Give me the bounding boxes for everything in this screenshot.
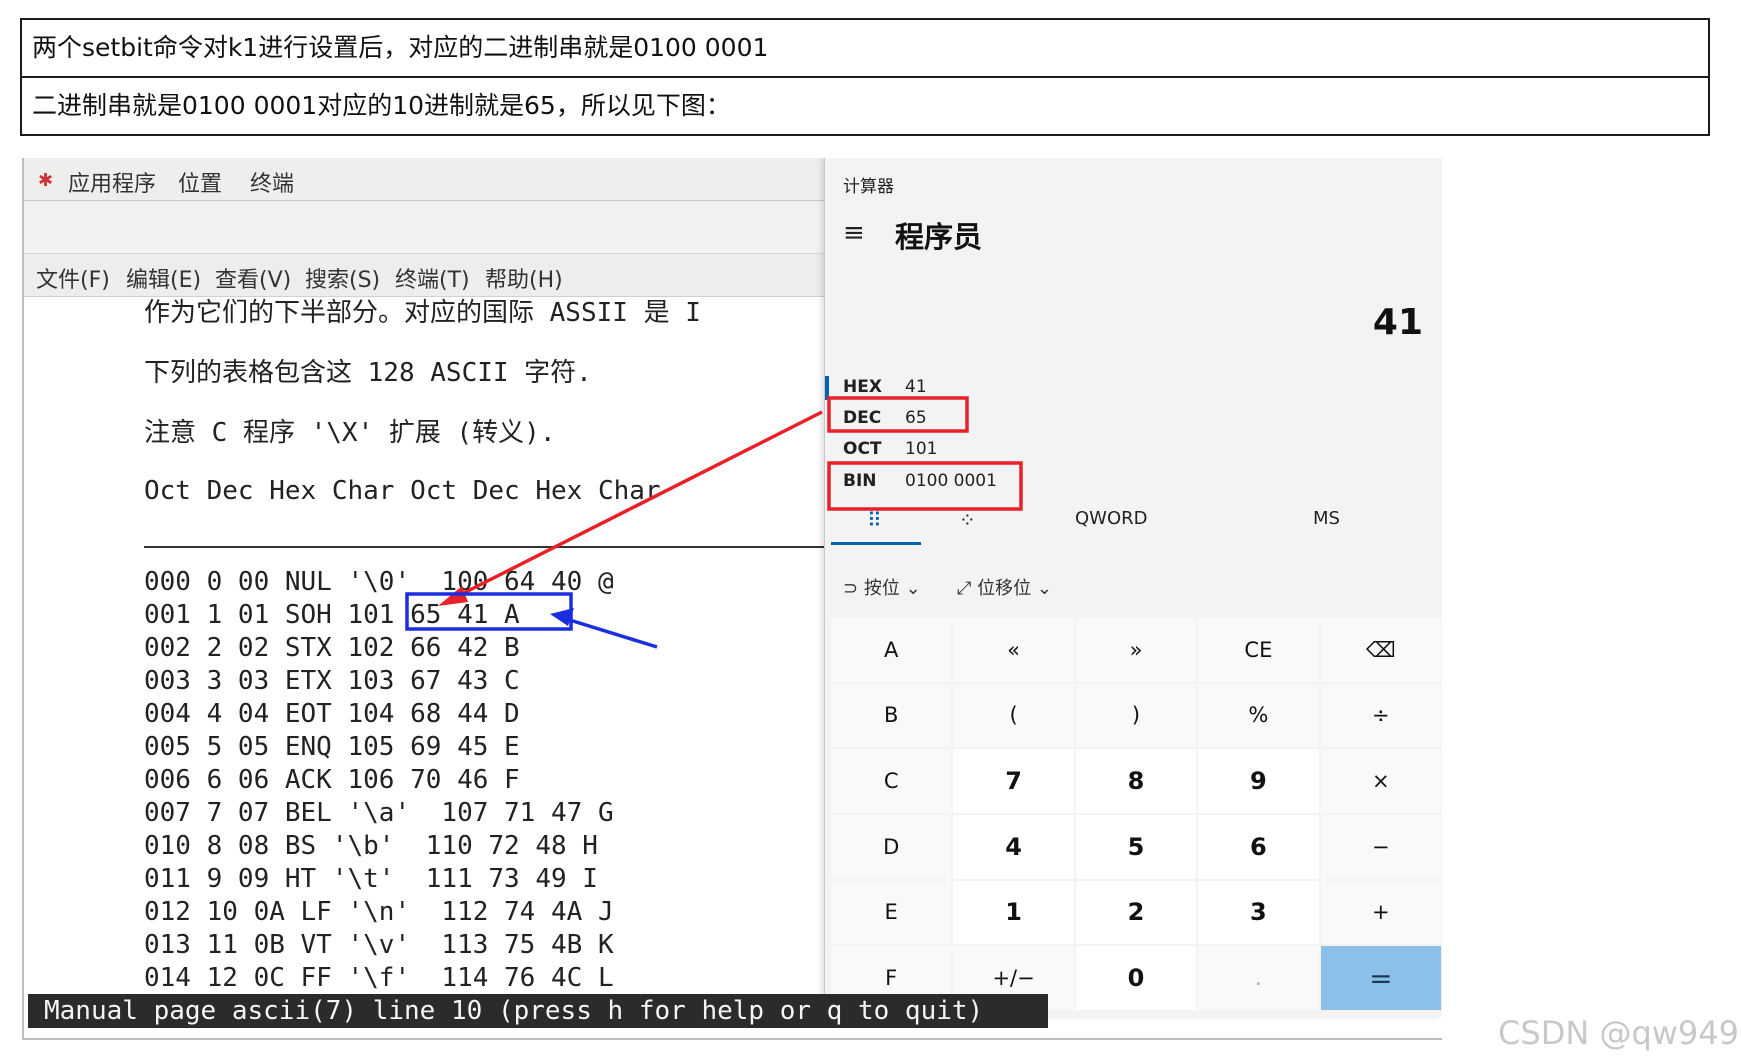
calculator-keypad: A « » CE ⌫ B ( ) % ÷ C 7 8 9 × D 4 5 6 −… bbox=[831, 618, 1441, 1010]
radix-label: OCT bbox=[843, 439, 882, 459]
ascii-row: 014 12 0C FF '\f' 114 76 4C L bbox=[144, 963, 614, 993]
radix-value: 41 bbox=[905, 377, 927, 397]
radix-label: DEC bbox=[843, 408, 882, 428]
active-tab-underline bbox=[831, 542, 921, 545]
key-clear-entry[interactable]: CE bbox=[1198, 618, 1319, 682]
key-multiply[interactable]: × bbox=[1320, 749, 1441, 813]
word-size-button[interactable]: QWORD bbox=[1075, 508, 1148, 529]
csdn-watermark: CSDN @qw949 bbox=[1498, 1014, 1739, 1052]
full-keypad-icon[interactable]: ⠿ bbox=[867, 508, 882, 532]
key-shift-left[interactable]: « bbox=[953, 618, 1074, 682]
calculator-mode: 程序员 bbox=[895, 220, 983, 254]
key-subtract[interactable]: − bbox=[1320, 815, 1441, 879]
gnome-top-bar: ✱ 应用程序 位置 终端 bbox=[24, 158, 824, 201]
key-open-paren[interactable]: ( bbox=[953, 683, 1074, 748]
active-radix-indicator bbox=[825, 376, 829, 400]
menu-terminal[interactable]: 终端(T) bbox=[395, 262, 470, 294]
gnome-foot-icon: ✱ bbox=[38, 170, 54, 191]
bitshift-dropdown[interactable]: ⤢ 位移位 ⌄ bbox=[957, 574, 1052, 600]
key-4[interactable]: 4 bbox=[953, 815, 1074, 879]
key-7[interactable]: 7 bbox=[953, 749, 1074, 813]
key-b[interactable]: B bbox=[831, 683, 952, 748]
screenshot: ✱ 应用程序 位置 终端 文件(F) 编辑(E) 查看(V) 搜索(S) 终端(… bbox=[22, 158, 1442, 1040]
menu-search[interactable]: 搜索(S) bbox=[305, 262, 380, 294]
key-d[interactable]: D bbox=[831, 815, 952, 879]
ascii-row: 000 0 00 NUL '\0' 100 64 40 @ bbox=[144, 567, 614, 597]
ascii-row: 003 3 03 ETX 103 67 43 C bbox=[144, 666, 520, 696]
man-status-bar: Manual page ascii(7) line 10 (press h fo… bbox=[28, 994, 1048, 1028]
ascii-row: 013 11 0B VT '\v' 113 75 4B K bbox=[144, 930, 614, 960]
key-6[interactable]: 6 bbox=[1198, 815, 1319, 879]
ascii-row: 007 7 07 BEL '\a' 107 71 47 G bbox=[144, 798, 614, 828]
bitwise-label: 按位 bbox=[863, 578, 900, 599]
menu-edit[interactable]: 编辑(E) bbox=[126, 262, 201, 294]
key-2[interactable]: 2 bbox=[1075, 880, 1197, 945]
window-toolbar bbox=[24, 201, 824, 254]
ascii-row: 002 2 02 STX 102 66 42 B bbox=[144, 633, 520, 663]
man-page-text: 作为它们的下半部分。对应的国际 ASSII 是 I 下列的表格包含这 128 A… bbox=[144, 296, 701, 506]
bitshift-icon: ⤢ bbox=[957, 578, 972, 599]
menu-applications[interactable]: 应用程序 bbox=[68, 166, 156, 198]
key-add[interactable]: + bbox=[1320, 880, 1441, 945]
key-close-paren[interactable]: ) bbox=[1075, 683, 1197, 748]
menu-view[interactable]: 查看(V) bbox=[215, 262, 291, 294]
chevron-down-icon: ⌄ bbox=[1036, 578, 1052, 599]
note-row-1: 两个setbit命令对k1进行设置后，对应的二进制串就是0100 0001 bbox=[32, 33, 769, 62]
key-divide[interactable]: ÷ bbox=[1320, 683, 1441, 748]
key-backspace[interactable]: ⌫ bbox=[1320, 618, 1441, 682]
ascii-row: 005 5 05 ENQ 105 69 45 E bbox=[144, 732, 520, 762]
key-c[interactable]: C bbox=[831, 749, 952, 813]
radix-value: 0100 0001 bbox=[905, 471, 997, 491]
menu-file[interactable]: 文件(F) bbox=[36, 262, 110, 294]
key-9[interactable]: 9 bbox=[1198, 749, 1319, 813]
key-equals[interactable]: = bbox=[1320, 946, 1441, 1010]
bitshift-label: 位移位 bbox=[977, 578, 1032, 599]
menu-terminal-app[interactable]: 终端 bbox=[250, 166, 294, 198]
menu-places[interactable]: 位置 bbox=[178, 166, 222, 198]
key-8[interactable]: 8 bbox=[1075, 749, 1197, 813]
note-table: 两个setbit命令对k1进行设置后，对应的二进制串就是0100 0001 二进… bbox=[20, 18, 1710, 136]
key-1[interactable]: 1 bbox=[953, 880, 1074, 945]
ascii-table-header: Oct Dec Hex Char Oct Dec Hex Char bbox=[144, 476, 661, 506]
calculator-display: 41 bbox=[1372, 302, 1423, 343]
radix-label: HEX bbox=[843, 377, 882, 397]
ascii-row: 001 1 01 SOH 101 65 41 A bbox=[144, 600, 520, 630]
key-modulo[interactable]: % bbox=[1198, 683, 1319, 748]
note-row-2: 二进制串就是0100 0001对应的10进制就是65，所以见下图： bbox=[22, 76, 1708, 134]
operators-bar: ⊃ 按位 ⌄ ⤢ 位移位 ⌄ bbox=[825, 566, 1442, 606]
man-line: 下列的表格包含这 128 ASCII 字符. bbox=[144, 358, 592, 388]
ascii-row: 010 8 08 BS '\b' 110 72 48 H bbox=[144, 831, 598, 861]
key-decimal[interactable]: . bbox=[1198, 946, 1319, 1010]
key-0[interactable]: 0 bbox=[1075, 946, 1197, 1010]
radix-label: BIN bbox=[843, 471, 877, 491]
chevron-down-icon: ⌄ bbox=[905, 578, 921, 599]
logic-gate-icon: ⊃ bbox=[843, 578, 859, 599]
key-e[interactable]: E bbox=[831, 880, 952, 945]
ascii-row: 012 10 0A LF '\n' 112 74 4A J bbox=[144, 897, 614, 927]
terminal-menubar: 文件(F) 编辑(E) 查看(V) 搜索(S) 终端(T) 帮助(H) bbox=[24, 254, 824, 297]
memory-store-button[interactable]: MS bbox=[1313, 508, 1340, 529]
menu-help[interactable]: 帮助(H) bbox=[485, 262, 563, 294]
hamburger-menu-icon[interactable]: ≡ bbox=[843, 218, 865, 248]
calculator-window: 计算器 ≡ 程序员 41 HEX 41 DEC 65 OCT 101 BIN 0… bbox=[824, 158, 1442, 1016]
key-3[interactable]: 3 bbox=[1198, 880, 1319, 945]
ascii-row: 006 6 06 ACK 106 70 46 F bbox=[144, 765, 520, 795]
man-line: 作为它们的下半部分。对应的国际 ASSII 是 I bbox=[144, 298, 701, 328]
key-a[interactable]: A bbox=[831, 618, 952, 682]
ascii-row: 004 4 04 EOT 104 68 44 D bbox=[144, 699, 520, 729]
table-rule bbox=[144, 546, 824, 548]
bit-toggle-keypad-icon[interactable]: ⁘ bbox=[959, 508, 976, 532]
terminal-window: ✱ 应用程序 位置 终端 文件(F) 编辑(E) 查看(V) 搜索(S) 终端(… bbox=[24, 158, 824, 1038]
bitwise-dropdown[interactable]: ⊃ 按位 ⌄ bbox=[843, 574, 921, 600]
calculator-tabs: ⠿ ⁘ QWORD MS bbox=[825, 498, 1442, 542]
key-5[interactable]: 5 bbox=[1075, 815, 1197, 879]
radix-value: 101 bbox=[905, 439, 938, 459]
radix-value: 65 bbox=[905, 408, 927, 428]
key-shift-right[interactable]: » bbox=[1075, 618, 1197, 682]
calculator-title: 计算器 bbox=[843, 177, 894, 197]
ascii-row: 011 9 09 HT '\t' 111 73 49 I bbox=[144, 864, 598, 894]
man-line: 注意 C 程序 '\X' 扩展 (转义). bbox=[144, 418, 556, 448]
